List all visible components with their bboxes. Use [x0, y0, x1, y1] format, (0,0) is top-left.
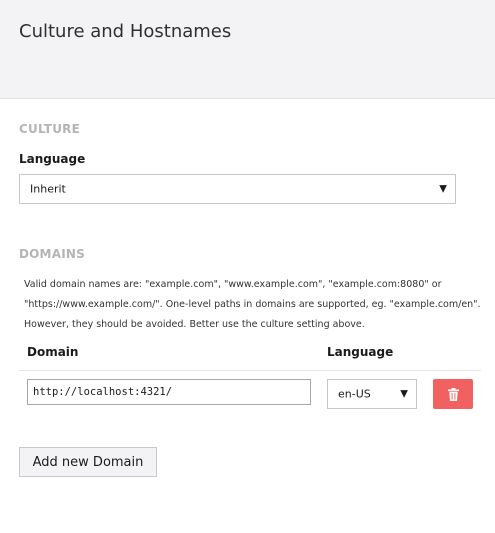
domains-help-line: Valid domain names are: "example.com", "…: [24, 279, 442, 290]
header: Culture and Hostnames: [0, 0, 495, 99]
chevron-down-icon: ▼: [400, 388, 408, 400]
table-divider: [19, 370, 481, 371]
domain-input[interactable]: http://localhost:4321/: [27, 379, 311, 405]
delete-domain-button[interactable]: [433, 379, 473, 409]
domains-help-line: "https://www.example.com/". One-level pa…: [24, 299, 481, 310]
domain-input-value: http://localhost:4321/: [33, 386, 173, 398]
culture-language-value: Inherit: [30, 182, 66, 196]
add-new-domain-button[interactable]: Add new Domain: [19, 447, 157, 477]
domains-section-title: DOMAINS: [19, 247, 85, 261]
chevron-down-icon: ▼: [439, 183, 447, 195]
domains-help-line: However, they should be avoided. Better …: [24, 319, 365, 330]
domain-language-select[interactable]: en-US ▼: [327, 379, 417, 409]
domain-column-header: Domain: [27, 345, 79, 359]
culture-language-select[interactable]: Inherit ▼: [19, 174, 456, 204]
trash-icon: [447, 387, 459, 401]
domain-language-value: en-US: [338, 387, 371, 401]
culture-section-title: CULTURE: [19, 122, 80, 136]
culture-language-label: Language: [19, 152, 86, 166]
page-title: Culture and Hostnames: [19, 21, 232, 42]
language-column-header: Language: [327, 345, 394, 359]
